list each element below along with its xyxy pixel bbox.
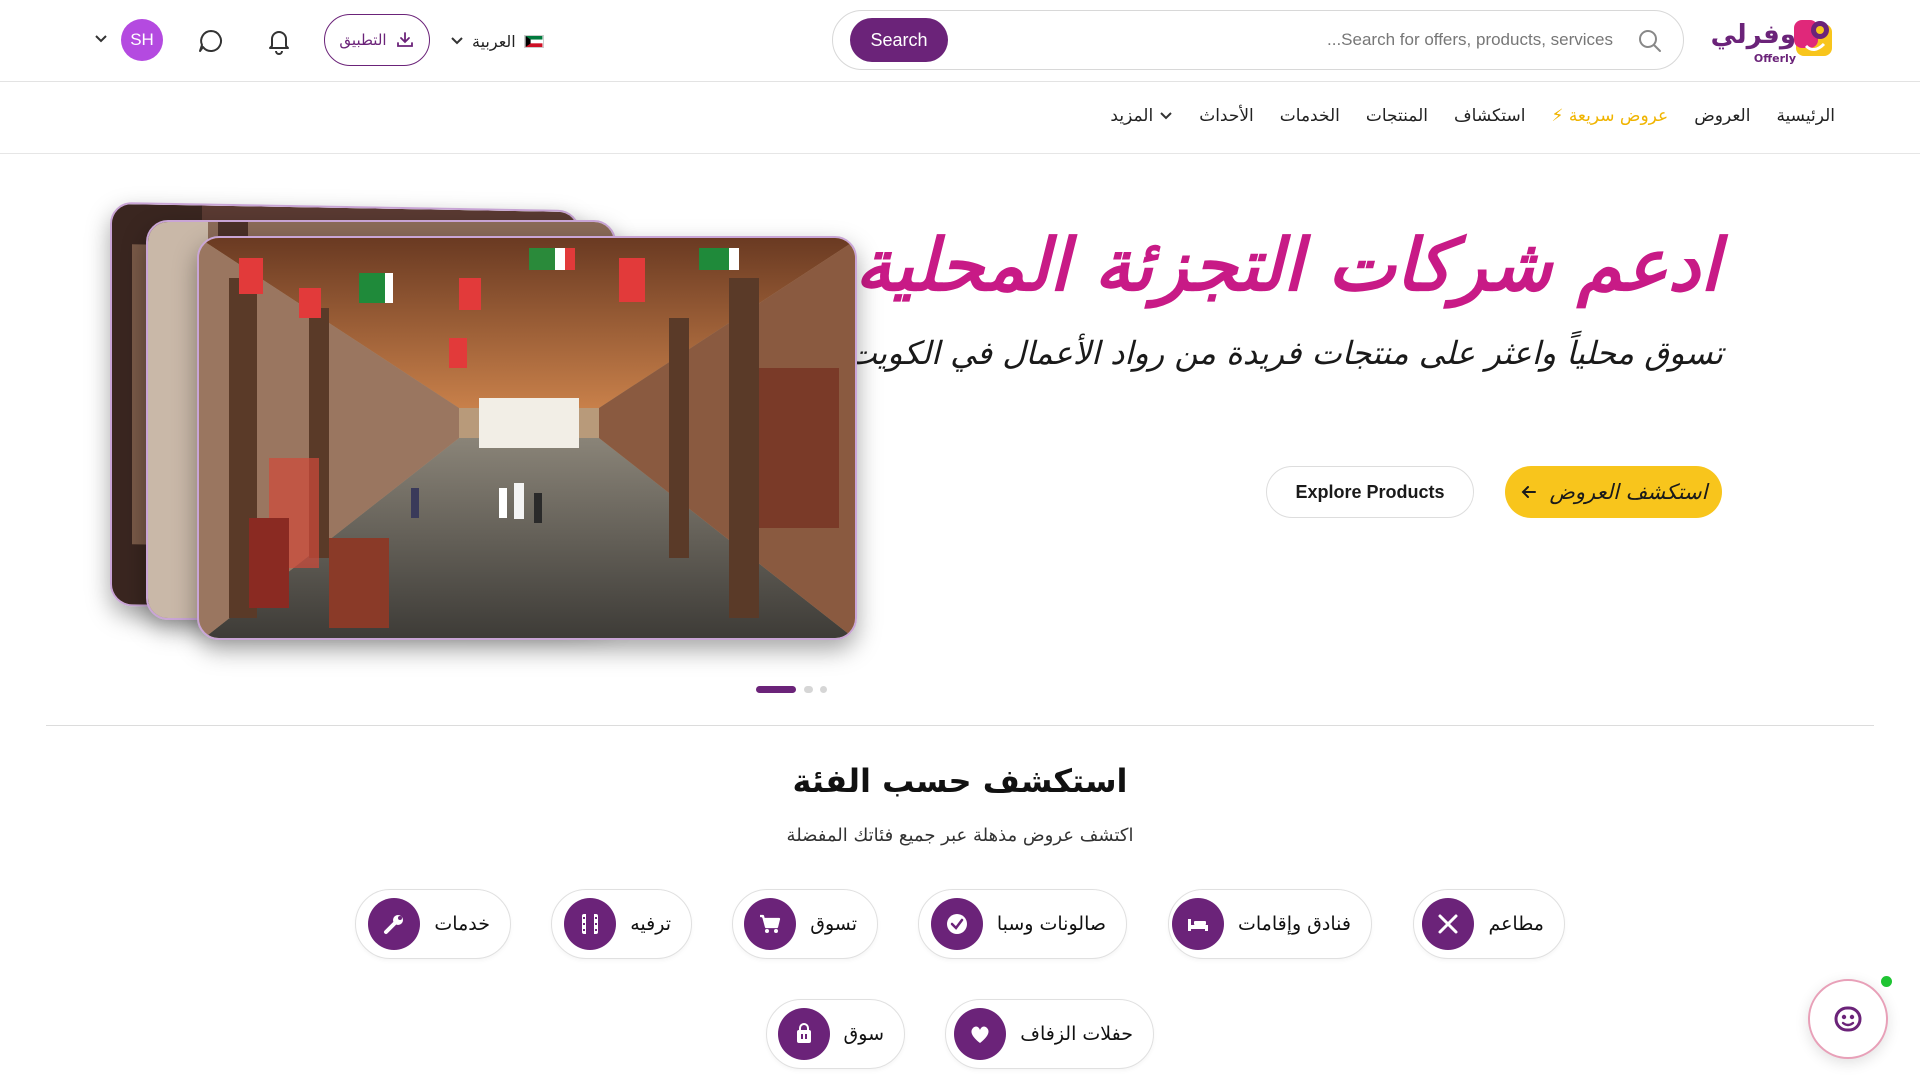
arrow-left-icon	[1521, 486, 1536, 498]
support-chat-button[interactable]	[1808, 979, 1888, 1059]
online-status-indicator	[1879, 974, 1894, 989]
utensils-icon	[1422, 898, 1475, 950]
chat-bubble-icon[interactable]	[196, 26, 226, 56]
carousel-dot[interactable]	[820, 686, 827, 693]
category-shopping[interactable]: تسوق	[732, 889, 878, 959]
category-entertainment[interactable]: ترفيه	[551, 889, 692, 959]
chevron-down-icon	[1160, 112, 1172, 120]
hero-title: ادعم شركات التجزئة المحلية	[855, 222, 1720, 307]
category-weddings[interactable]: حفلات الزفاف	[945, 999, 1154, 1069]
app-button-label: التطبيق	[339, 31, 387, 49]
offerly-logo[interactable]: وفرلي Offerly	[1711, 14, 1836, 66]
user-avatar[interactable]: SH	[121, 19, 163, 61]
heart-icon	[954, 1008, 1007, 1060]
cart-icon	[744, 898, 797, 950]
hero-slide-front	[197, 236, 857, 640]
hero-image-carousel[interactable]	[110, 201, 860, 646]
nav-item-flash-deals[interactable]: ⚡ عروض سريعة	[1551, 106, 1668, 126]
nav-item-services[interactable]: الخدمات	[1280, 106, 1340, 126]
bed-icon	[1171, 898, 1224, 950]
nav-item-products[interactable]: المنتجات	[1366, 106, 1428, 126]
category-label: صالونات وسبا	[996, 913, 1106, 935]
category-salons-spa[interactable]: صالونات وسبا	[918, 889, 1127, 959]
nav-item-events[interactable]: الأحداث	[1199, 106, 1254, 126]
carousel-dot-active[interactable]	[756, 686, 796, 693]
explore-offers-button[interactable]: استكشف العروض	[1505, 466, 1722, 518]
category-restaurants[interactable]: مطاعم	[1413, 889, 1565, 959]
kuwait-flag-icon	[523, 34, 544, 48]
nav-item-offers[interactable]: العروض	[1694, 106, 1750, 126]
explore-offers-label: استكشف العروض	[1549, 480, 1708, 504]
nav-item-more[interactable]: المزيد	[1110, 106, 1173, 126]
language-selector[interactable]: العربية	[450, 26, 544, 56]
section-divider	[46, 725, 1874, 726]
download-app-button[interactable]: التطبيق	[324, 14, 430, 66]
explore-products-button[interactable]: Explore Products	[1266, 466, 1474, 518]
search-input[interactable]	[963, 21, 1613, 59]
main-nav: الرئيسية العروض ⚡ عروض سريعة استكشاف الم…	[0, 82, 1920, 154]
top-header: وفرلي Offerly Search العربية التطبيق	[0, 0, 1920, 82]
shopping-bag-icon	[777, 1008, 830, 1060]
download-icon	[396, 32, 413, 47]
carousel-dot[interactable]	[804, 686, 813, 693]
category-souq[interactable]: سوق	[766, 999, 905, 1069]
search-bar: Search	[832, 10, 1684, 70]
nav-item-explore[interactable]: استكشاف	[1454, 106, 1525, 126]
search-button[interactable]: Search	[850, 18, 948, 62]
logo-mark-icon	[1794, 20, 1832, 56]
logo-subtext: Offerly	[1753, 52, 1796, 65]
category-label: ترفيه	[630, 913, 671, 935]
search-icon	[1639, 30, 1661, 52]
hero-subtitle: تسوق محلياً واعثر على منتجات فريدة من رو…	[846, 334, 1723, 372]
category-label: تسوق	[810, 913, 857, 935]
language-label: العربية	[472, 31, 516, 51]
category-label: حفلات الزفاف	[1020, 1023, 1133, 1045]
nav-item-home[interactable]: الرئيسية	[1776, 106, 1835, 126]
category-services[interactable]: خدمات	[355, 889, 511, 959]
check-badge-icon	[930, 898, 983, 950]
category-label: سوق	[843, 1023, 884, 1045]
wrench-icon	[368, 898, 421, 950]
category-label: فنادق وإقامات	[1237, 913, 1351, 935]
category-hotels[interactable]: فنادق وإقامات	[1168, 889, 1372, 959]
categories-subtitle: اكتشف عروض مذهلة عبر جميع فئاتك المفضلة	[786, 825, 1134, 846]
nav-more-label: المزيد	[1110, 106, 1154, 126]
film-icon	[564, 898, 617, 950]
souq-market-photo	[199, 238, 855, 638]
category-label: خدمات	[434, 913, 490, 935]
chevron-down-icon	[451, 37, 463, 45]
chevron-down-icon[interactable]	[94, 32, 108, 46]
chatbot-face-icon	[1834, 1006, 1862, 1032]
categories-title: استكشف حسب الفئة	[792, 762, 1128, 800]
bell-icon[interactable]	[264, 26, 294, 56]
category-label: مطاعم	[1488, 913, 1544, 935]
logo-wordmark: وفرلي	[1710, 20, 1796, 50]
